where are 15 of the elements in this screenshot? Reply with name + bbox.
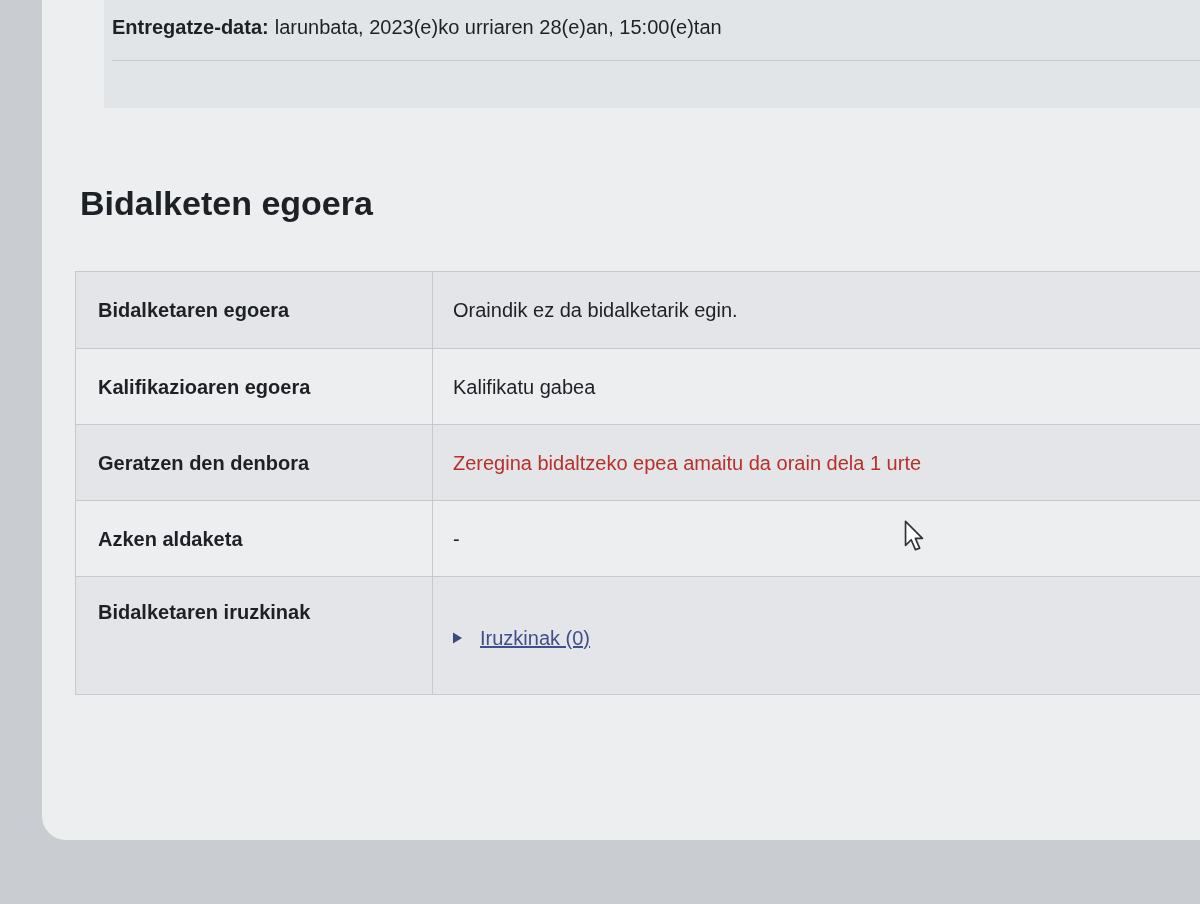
row-label: Kalifikazioaren egoera (98, 374, 311, 400)
comments-link[interactable]: Iruzkinak (0) (480, 623, 591, 653)
row-label: Azken aldaketa (98, 526, 243, 552)
section-heading: Bidalketen egoera (80, 183, 373, 224)
overdue-text: Zeregina bidaltzeko epea amaitu da orain dela 1 urte (453, 450, 922, 476)
due-date-label: Entregatze-data: (112, 15, 269, 40)
table-cell-text: - (453, 526, 460, 552)
due-date-value: larunbata, 2023(e)ko urriaren 28(e)an, 15:00(e)tan (274, 15, 722, 40)
row-label: Bidalketaren iruzkinak (98, 601, 311, 623)
table-cell-text: Oraindik ez da bidalketarik egin. (453, 298, 738, 323)
row-label: Geratzen den denbora (98, 450, 310, 476)
row-label: Bidalketaren egoera (98, 298, 290, 323)
mouse-pointer-icon (904, 520, 924, 551)
caret-right-icon[interactable] (453, 632, 462, 644)
table-cell-text: Kalifikatu gabea (453, 374, 596, 400)
